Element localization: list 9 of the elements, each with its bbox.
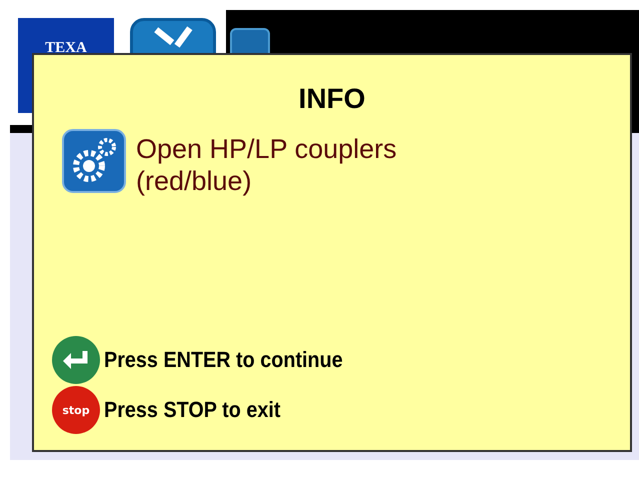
dialog-title: INFO — [298, 83, 366, 115]
action-hint: Press STOP to exit — [104, 397, 280, 423]
message-line: (red/blue) — [136, 165, 253, 197]
enter-key-icon — [52, 336, 100, 384]
logo-text: TEXA — [45, 40, 87, 58]
message-line: Open HP/LP couplers — [136, 133, 397, 165]
stop-key-icon: stop — [52, 386, 100, 434]
gears-icon — [62, 129, 126, 193]
action-hint: Press ENTER to continue — [104, 347, 343, 373]
